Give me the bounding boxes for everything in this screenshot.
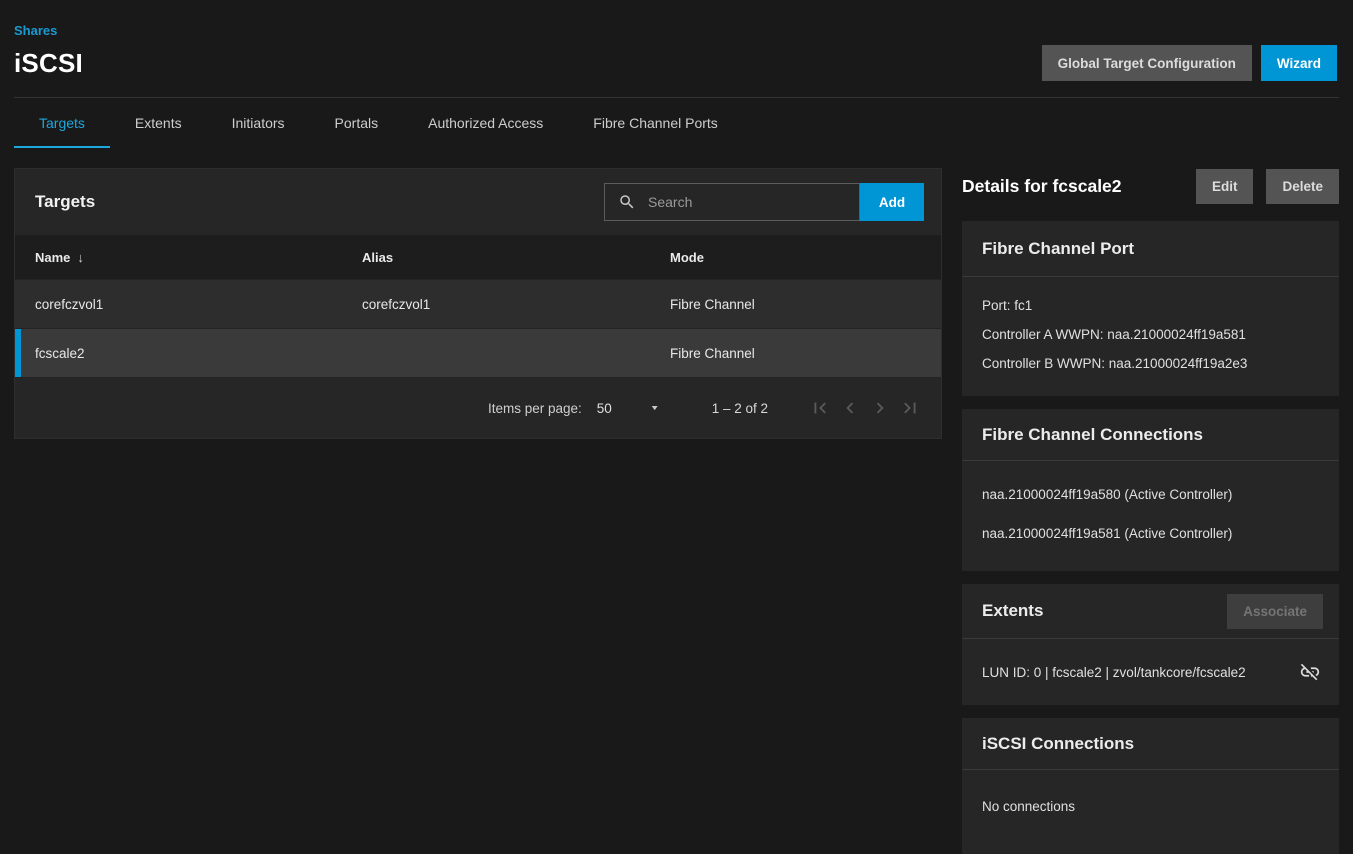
- tab-authorized-access[interactable]: Authorized Access: [403, 98, 568, 148]
- search-icon: [618, 193, 636, 211]
- items-per-page-value: 50: [597, 401, 612, 416]
- header-actions: Global Target Configuration Wizard: [1042, 45, 1337, 81]
- next-page-button[interactable]: [868, 396, 891, 420]
- iscsi-page: Shares iSCSI Global Target Configuration…: [0, 0, 1353, 854]
- extents-card: Extents Associate LUN ID: 0 | fcscale2 |…: [962, 584, 1339, 705]
- fibre-channel-connections-title: Fibre Channel Connections: [982, 425, 1203, 445]
- fc-controller-a-wwpn: Controller A WWPN: naa.21000024ff19a581: [982, 320, 1319, 349]
- table-row-fcscale2[interactable]: fcscale2 Fibre Channel: [15, 328, 941, 377]
- details-title: Details for fcscale2: [962, 176, 1122, 197]
- targets-card-title: Targets: [35, 192, 95, 212]
- fibre-channel-port-title: Fibre Channel Port: [982, 239, 1134, 259]
- iscsi-connections-card: iSCSI Connections No connections: [962, 718, 1339, 854]
- cell-name: fcscale2: [15, 346, 342, 361]
- fc-port-value: Port: fc1: [982, 291, 1319, 320]
- column-header-name[interactable]: Name ↓: [15, 250, 342, 265]
- global-target-configuration-button[interactable]: Global Target Configuration: [1042, 45, 1252, 81]
- search-input[interactable]: [646, 193, 859, 211]
- sort-descending-icon: ↓: [77, 250, 84, 265]
- caret-down-icon: ▼: [650, 404, 660, 412]
- tab-extents[interactable]: Extents: [110, 98, 207, 148]
- first-page-button[interactable]: [808, 396, 831, 420]
- unlink-icon: [1299, 661, 1321, 683]
- cell-mode: Fibre Channel: [650, 297, 941, 312]
- last-page-icon: [899, 397, 921, 419]
- targets-card: Targets Add Name ↓ Alias Mo: [14, 168, 942, 439]
- cell-alias: corefczvol1: [342, 297, 650, 312]
- tab-targets[interactable]: Targets: [14, 98, 110, 148]
- delete-button[interactable]: Delete: [1266, 169, 1339, 204]
- chevron-right-icon: [869, 397, 891, 419]
- table-header-row: Name ↓ Alias Mode: [15, 235, 941, 279]
- fc-connection-item: naa.21000024ff19a581 (Active Controller): [982, 514, 1319, 553]
- edit-button[interactable]: Edit: [1196, 169, 1254, 204]
- pagination-range: 1 – 2 of 2: [712, 401, 768, 416]
- items-per-page-label: Items per page:: [488, 401, 582, 416]
- column-header-alias[interactable]: Alias: [342, 250, 650, 265]
- cell-name: corefczvol1: [15, 297, 342, 312]
- pagination-bar: Items per page: 50 ▼ 1 – 2 of 2: [15, 377, 941, 438]
- last-page-button[interactable]: [898, 396, 921, 420]
- fc-controller-b-wwpn: Controller B WWPN: naa.21000024ff19a2e3: [982, 349, 1319, 378]
- add-button[interactable]: Add: [860, 183, 924, 221]
- extent-item: LUN ID: 0 | fcscale2 | zvol/tankcore/fcs…: [962, 639, 1339, 705]
- column-header-mode[interactable]: Mode: [650, 250, 941, 265]
- page-header: Shares iSCSI Global Target Configuration…: [0, 0, 1353, 81]
- fibre-channel-port-card: Fibre Channel Port Port: fc1 Controller …: [962, 221, 1339, 396]
- associate-button[interactable]: Associate: [1227, 594, 1323, 629]
- tab-fibre-channel-ports[interactable]: Fibre Channel Ports: [568, 98, 743, 148]
- extent-item-label: LUN ID: 0 | fcscale2 | zvol/tankcore/fcs…: [982, 665, 1246, 680]
- page-title: iSCSI: [14, 48, 83, 79]
- fc-connection-item: naa.21000024ff19a580 (Active Controller): [982, 475, 1319, 514]
- iscsi-connections-title: iSCSI Connections: [982, 734, 1134, 754]
- breadcrumb[interactable]: Shares: [14, 23, 57, 38]
- search-box: [604, 183, 860, 221]
- tab-initiators[interactable]: Initiators: [207, 98, 310, 148]
- cell-mode: Fibre Channel: [650, 346, 941, 361]
- tab-portals[interactable]: Portals: [310, 98, 404, 148]
- first-page-icon: [809, 397, 831, 419]
- items-per-page-select[interactable]: 50 ▼: [582, 401, 660, 416]
- table-row-corefczvol1[interactable]: corefczvol1 corefczvol1 Fibre Channel: [15, 279, 941, 328]
- extents-title: Extents: [982, 601, 1043, 621]
- previous-page-button[interactable]: [838, 396, 861, 420]
- unlink-extent-button[interactable]: [1299, 661, 1321, 683]
- chevron-left-icon: [839, 397, 861, 419]
- tab-bar: Targets Extents Initiators Portals Autho…: [0, 98, 1353, 148]
- iscsi-connections-empty-message: No connections: [982, 792, 1319, 821]
- selected-row-indicator: [15, 329, 21, 377]
- details-panel: Details for fcscale2 Edit Delete Fibre C…: [962, 168, 1339, 854]
- fibre-channel-connections-card: Fibre Channel Connections naa.21000024ff…: [962, 409, 1339, 571]
- wizard-button[interactable]: Wizard: [1261, 45, 1337, 81]
